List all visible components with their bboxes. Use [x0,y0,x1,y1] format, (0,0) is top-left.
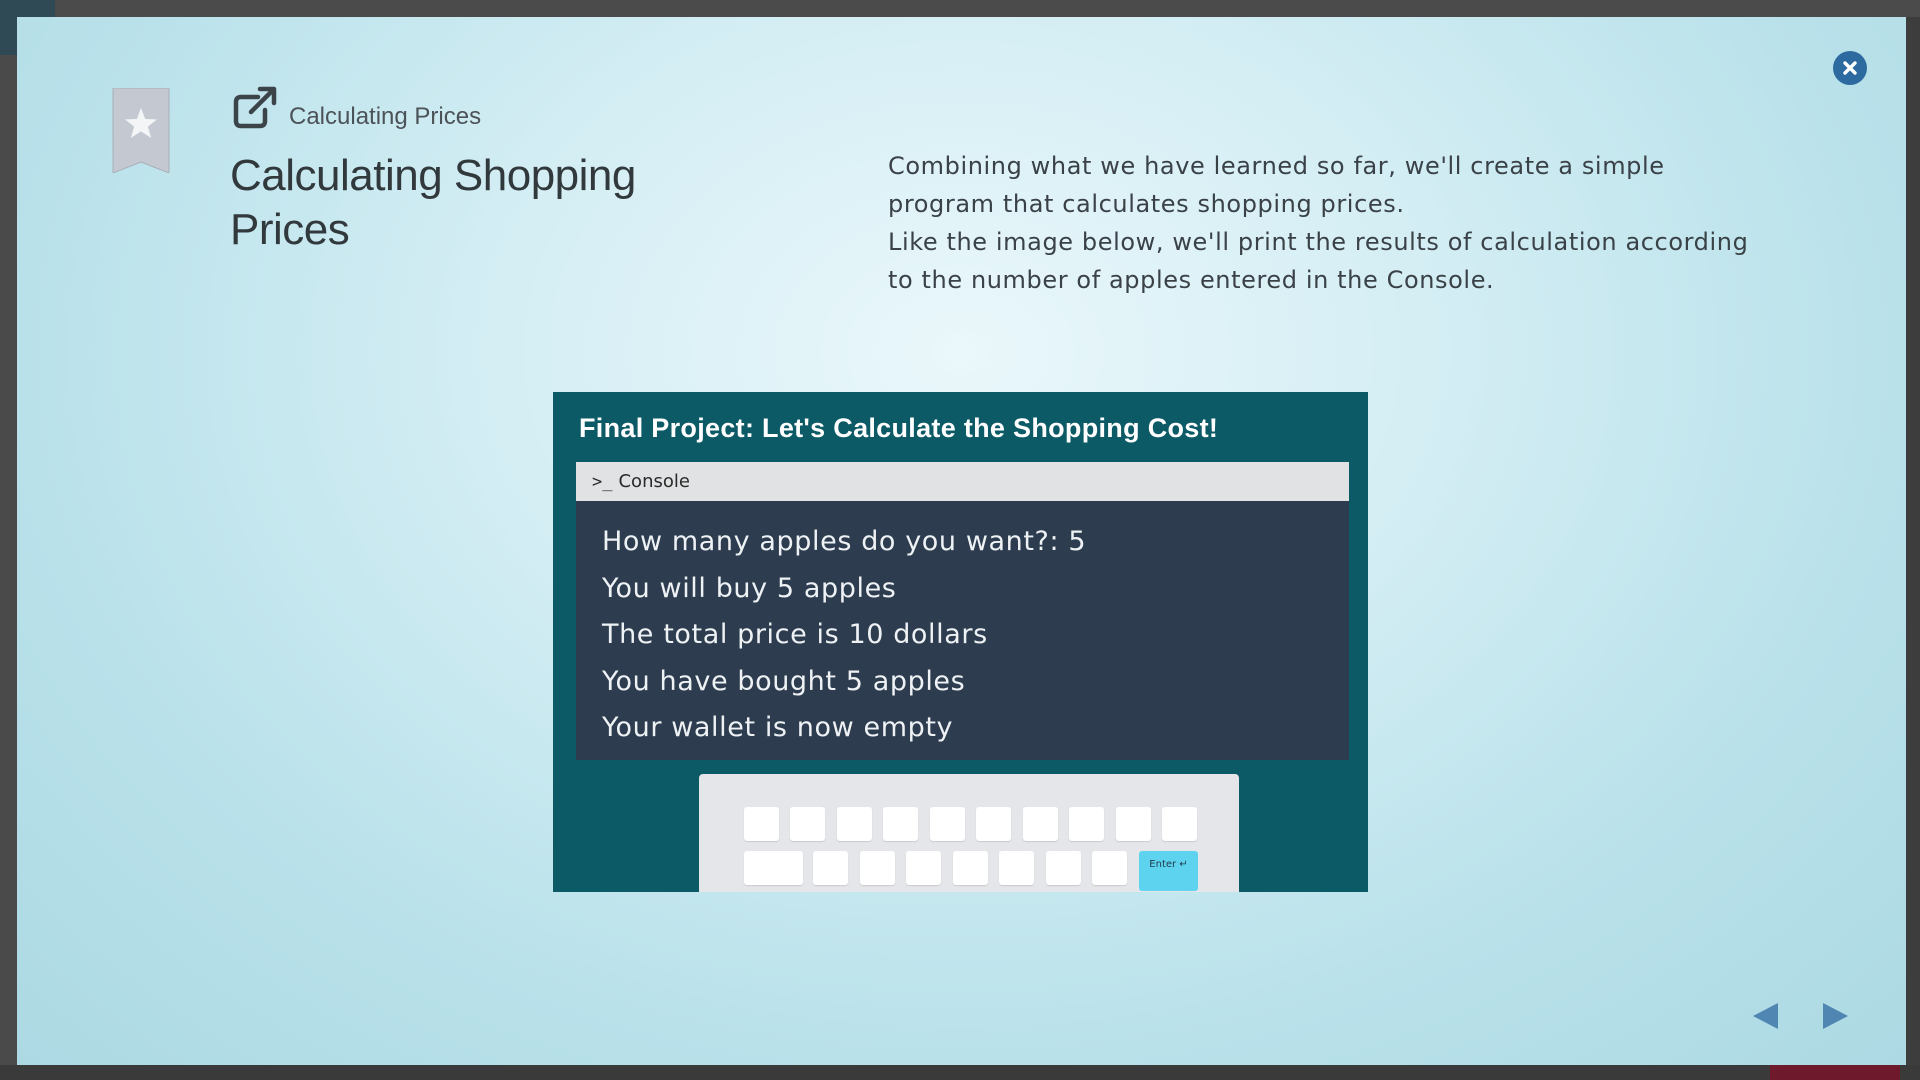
keyboard-key [906,851,941,885]
background-bottom-bar [0,1065,1920,1080]
close-button[interactable] [1833,51,1867,85]
console-line: You will buy 5 apples [602,572,897,604]
keyboard-key [837,807,872,841]
console-output: How many apples do you want?: 5 You will… [576,501,1349,752]
background-contact-button [1770,1065,1900,1080]
keyboard-key [744,807,779,841]
description-paragraph: Combining what we have learned so far, w… [888,152,1665,218]
description-paragraph: Like the image below, we'll print the re… [888,228,1749,294]
background-scrollbar [1905,17,1920,1067]
keyboard-key [1162,807,1197,841]
keyboard-key [813,851,848,885]
keyboard-key [883,807,918,841]
next-slide-button[interactable] [1821,1000,1851,1032]
console-line: How many apples do you want?: 5 [602,526,1087,557]
breadcrumb[interactable]: Calculating Prices [289,103,481,131]
page-title: Calculating Shopping Prices [230,151,636,254]
console-label: Console [618,471,690,492]
keyboard-key [976,807,1011,841]
keyboard-key [790,807,825,841]
keyboard-key [1046,851,1081,885]
console-header: >_ Console [576,462,1349,501]
keyboard-key [1023,807,1058,841]
close-icon [1843,61,1857,75]
keyboard-key [1069,807,1104,841]
lesson-description: Combining what we have learned so far, w… [888,147,1778,299]
background-topbar [0,0,1920,17]
keyboard-key [1092,851,1127,885]
keyboard-key [1116,807,1151,841]
figure-title: Final Project: Let's Calculate the Shopp… [579,413,1219,443]
enter-key: Enter ↵ [1139,851,1198,891]
keyboard-key [930,807,965,841]
console-line: Your wallet is now empty [602,712,954,743]
console-line: You have bought 5 apples [602,665,966,697]
keyboard-key [860,851,895,885]
console-line: The total price is 10 dollars [602,619,988,650]
keyboard-illustration: Enter ↵ [699,774,1239,892]
keyboard-key [999,851,1034,885]
previous-slide-button[interactable] [1750,1000,1780,1032]
keyboard-key [953,851,988,885]
terminal-prompt-icon: >_ [592,471,613,492]
example-figure: Final Project: Let's Calculate the Shopp… [553,392,1368,892]
console-panel: >_ Console How many apples do you want?:… [576,462,1349,760]
slide-modal: Calculating Prices Calculating Shopping … [17,17,1906,1065]
bookmark-star-icon[interactable] [111,88,171,173]
external-link-icon[interactable] [231,85,279,131]
keyboard-key [744,851,803,885]
